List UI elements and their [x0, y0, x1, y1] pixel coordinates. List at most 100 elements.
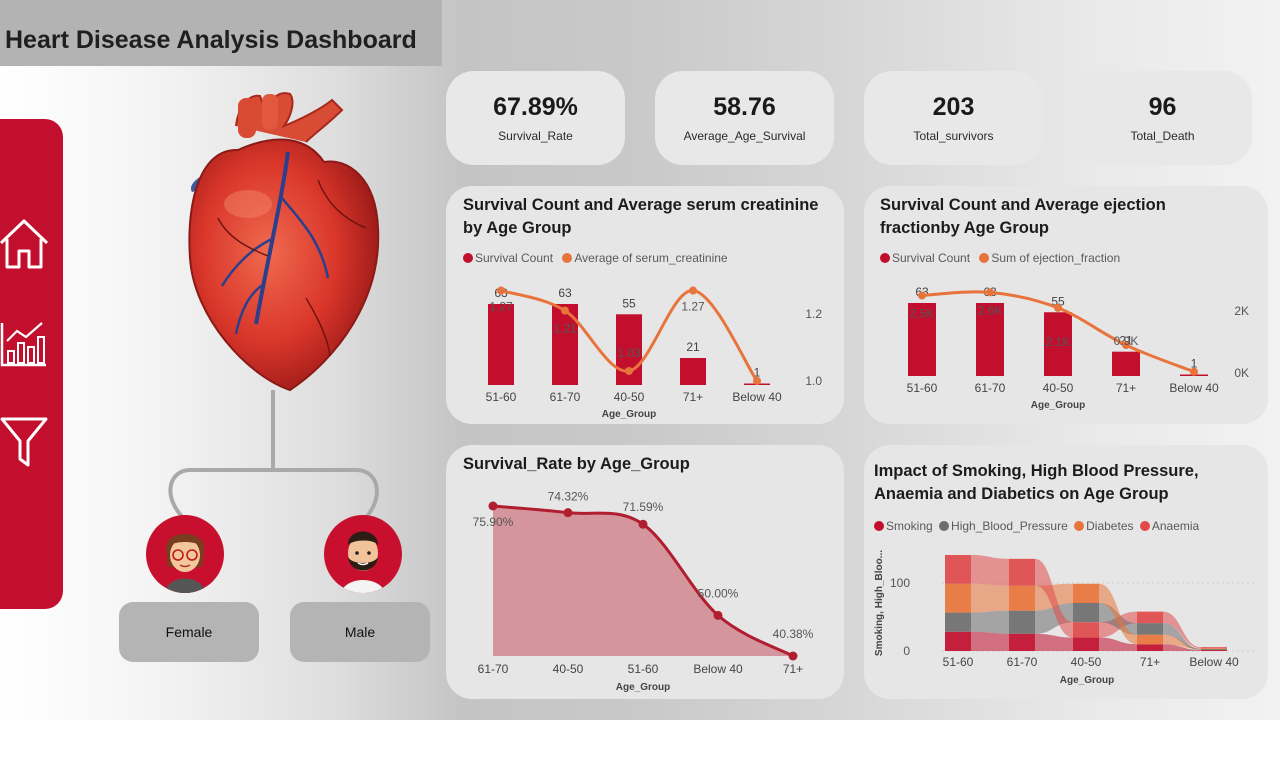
kpi-label: Survival_Rate [498, 129, 573, 143]
y-axis-title: Smoking, High_Bloo... [874, 550, 885, 656]
y2-tick-label: 1.0 [805, 374, 822, 388]
female-avatar[interactable] [146, 515, 224, 593]
combo-chart-serum-creatinine: 6351-606361-705540-502171+1Below 401.271… [486, 286, 823, 420]
x-tick-label: 40-50 [1071, 655, 1102, 669]
gender-tree-connector [168, 390, 379, 526]
x-tick-label: 71+ [1116, 381, 1136, 395]
bar [488, 304, 514, 385]
kpi-card-total-death: 96 Total_Death [1073, 71, 1252, 165]
ribbon-segment [1073, 603, 1099, 623]
area-point [488, 501, 498, 511]
ribbon-segment [1073, 583, 1099, 603]
x-tick-label: 61-70 [1007, 655, 1038, 669]
x-tick-label: 71+ [683, 390, 703, 404]
filter-icon [0, 417, 48, 467]
nav-analytics-button[interactable] [0, 317, 50, 373]
x-tick-label: Below 40 [693, 662, 743, 676]
line-point [986, 288, 994, 297]
x-axis-title: Age_Group [602, 409, 656, 420]
x-tick-label: 71+ [783, 662, 803, 676]
title-bar: Heart Disease Analysis Dashboard [0, 0, 442, 66]
line-point [1054, 303, 1062, 312]
kpi-value: 67.89% [493, 93, 578, 121]
ribbon-connector [971, 583, 1009, 613]
line-data-label: 2.5K [910, 307, 935, 321]
kpi-card-survival-rate: 67.89% Survival_Rate [446, 71, 625, 165]
area-data-label: 74.32% [548, 490, 589, 504]
line-point [1190, 367, 1198, 376]
x-tick-label: Below 40 [1169, 381, 1219, 395]
ribbon-connector [971, 610, 1009, 634]
line-data-label: 1.27 [489, 300, 513, 314]
y-tick-label: 100 [890, 576, 910, 590]
male-button[interactable]: Male [290, 602, 430, 662]
x-axis-title: Age_Group [1060, 675, 1114, 686]
x-tick-label: 51-60 [943, 655, 974, 669]
line-point [753, 377, 761, 385]
kpi-value: 203 [932, 93, 975, 121]
x-tick-label: 51-60 [628, 662, 659, 676]
bar [680, 358, 706, 385]
ribbon-segment [1009, 558, 1035, 586]
chart-card-serum-creatinine: Survival Count and Average serum creatin… [446, 186, 844, 424]
home-icon [0, 219, 49, 269]
x-axis-title: Age_Group [1031, 400, 1085, 411]
ribbon-segment [945, 555, 971, 584]
ribbon-segment [945, 612, 971, 632]
area-point [713, 610, 723, 620]
area-data-label: 71.59% [623, 500, 664, 514]
line-data-label: 0.9K [1114, 334, 1139, 348]
sidebar [0, 119, 63, 609]
heart-illustration [178, 88, 388, 396]
ribbon-segment [1009, 610, 1035, 634]
x-tick-label: 51-60 [907, 381, 938, 395]
x-tick-label: Below 40 [732, 390, 782, 404]
line-point [561, 306, 569, 315]
combo-chart-ejection-fraction: 6351-606361-705540-502171+1Below 402.5K2… [907, 285, 1249, 411]
bar-data-label: 55 [622, 296, 636, 310]
ribbon-segment [1137, 644, 1163, 651]
ribbon-connector [1035, 633, 1073, 651]
y2-tick-label: 1.2 [805, 307, 822, 321]
line-data-label: 2.6K [978, 303, 1003, 317]
ribbon-segment [1137, 634, 1163, 645]
chart-card-survival-rate: Survival_Rate by Age_Group 75.90% 74.32% 7… [446, 445, 844, 699]
ribbon-segment [1009, 585, 1035, 611]
female-button[interactable]: Female [119, 602, 259, 662]
y2-tick-label: 0K [1234, 366, 1249, 380]
area-point [638, 519, 648, 529]
ribbon-chart-risk-factors: 51-60 61-70 40-50 71+ Below 40 100 0 Smoking, H… [874, 550, 1254, 686]
chart-card-ejection-fraction: Survival Count and Average ejection frac… [864, 186, 1268, 424]
bar [552, 304, 578, 385]
line-point [625, 366, 633, 375]
ribbon-connector [971, 631, 1009, 651]
kpi-card-average-age-survival: 58.76 Average_Age_Survival [655, 71, 834, 165]
chart-card-risk-factors: Impact of Smoking, High Blood Pressure, … [864, 445, 1268, 699]
kpi-value: 96 [1148, 93, 1177, 121]
male-avatar[interactable] [324, 515, 402, 593]
kpi-value: 58.76 [713, 93, 776, 121]
ribbon-segment [1137, 611, 1163, 624]
area-data-label: 50.00% [698, 586, 739, 600]
ribbon-segment [945, 583, 971, 613]
bar-data-label: 63 [558, 286, 572, 300]
area-point [788, 651, 798, 661]
ribbon-segment [945, 631, 971, 651]
ribbon-segment [1201, 648, 1227, 650]
nav-home-button[interactable] [0, 215, 50, 271]
area-data-label: 75.90% [473, 515, 514, 529]
area-point [563, 508, 573, 518]
dashboard-canvas: Heart Disease Analysis Dashboard Female … [0, 0, 1280, 720]
bar-data-label: 21 [686, 340, 700, 354]
x-tick-label: 40-50 [1043, 381, 1074, 395]
nav-filter-button[interactable] [0, 413, 50, 469]
line-data-label: 2.1K [1046, 335, 1071, 349]
ribbon-segment [1201, 647, 1227, 649]
line-point [497, 286, 505, 295]
ribbon-segment [1073, 637, 1099, 651]
line-data-label: 1.03 [617, 346, 641, 360]
line-point [918, 291, 926, 300]
line-data-label: 1.21 [553, 322, 577, 336]
x-axis-title: Age_Group [616, 682, 670, 693]
x-tick-label: 61-70 [478, 662, 509, 676]
